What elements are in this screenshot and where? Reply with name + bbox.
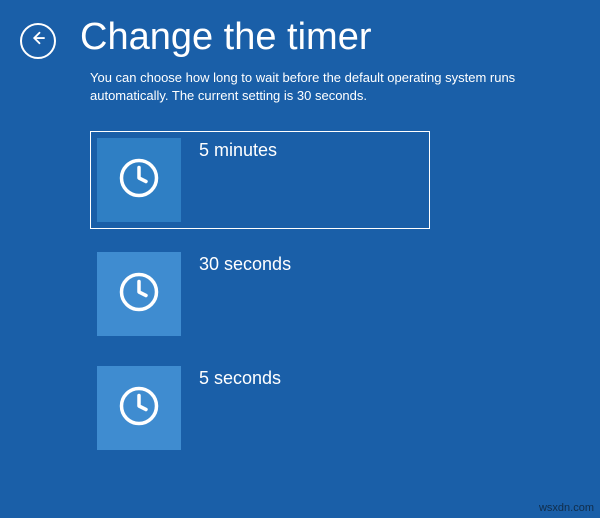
clock-icon	[118, 157, 160, 204]
page-header: Change the timer	[0, 0, 600, 69]
back-button[interactable]	[20, 23, 56, 59]
watermark: wsxdn.com	[539, 502, 594, 514]
option-label: 30 seconds	[199, 252, 291, 275]
back-arrow-icon	[29, 29, 47, 52]
clock-icon	[118, 385, 160, 432]
clock-icon	[118, 271, 160, 318]
timer-option-5-seconds[interactable]: 5 seconds	[90, 359, 430, 457]
timer-option-30-seconds[interactable]: 30 seconds	[90, 245, 430, 343]
page-title: Change the timer	[80, 16, 372, 59]
option-label: 5 seconds	[199, 366, 281, 389]
option-tile	[97, 252, 181, 336]
option-tile	[97, 366, 181, 450]
timer-option-5-minutes[interactable]: 5 minutes	[90, 131, 430, 229]
content-area: You can choose how long to wait before t…	[0, 69, 600, 457]
option-label: 5 minutes	[199, 138, 277, 161]
option-tile	[97, 138, 181, 222]
description-text: You can choose how long to wait before t…	[90, 69, 580, 105]
